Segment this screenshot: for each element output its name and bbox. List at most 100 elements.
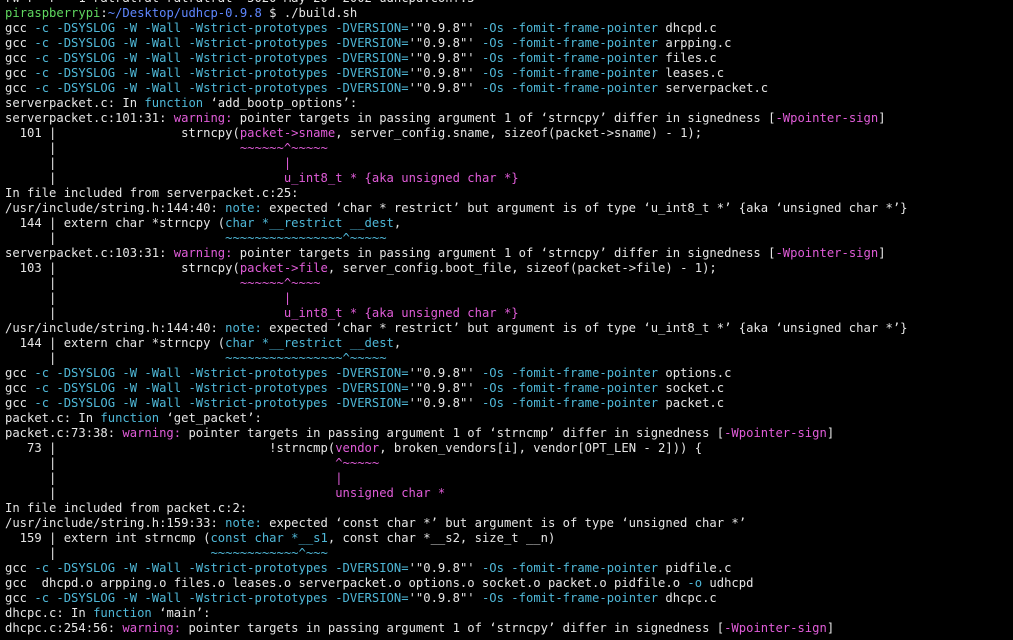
terminal-text-segment: expected ‘char * restrict’ but argument …: [261, 321, 908, 335]
terminal-text-segment: -Os -fomit-frame-pointer: [474, 561, 666, 575]
terminal-text-segment: -Os -fomit-frame-pointer: [474, 66, 666, 80]
terminal-text-segment: dhcpc.c: [665, 591, 717, 605]
terminal-text-segment: |: [5, 231, 226, 245]
terminal-text-segment: ~~~~~~^~~~~~: [239, 141, 328, 155]
terminal-text-segment: |: [283, 291, 292, 305]
terminal-line: dhcpc.c: In function ‘main’:: [5, 606, 1013, 621]
terminal-output[interactable]: rw-r--r-- 1 ratratrat ratratrat 5020 May…: [0, 0, 1013, 640]
terminal-text-segment: -c -DSYSLOG -W -Wall -Wstrict-prototypes…: [34, 591, 409, 605]
terminal-text-segment: vendor: [335, 441, 380, 455]
terminal-text-segment: note:: [225, 516, 262, 530]
terminal-line: | ~~~~~~~~~~~~~~~~^~~~~~: [5, 231, 1013, 246]
terminal-line: | ~~~~~~~~~~~~^~~~: [5, 546, 1013, 561]
terminal-text-segment: -c -DSYSLOG -W -Wall -Wstrict-prototypes…: [34, 21, 409, 35]
terminal-line: gcc -c -DSYSLOG -W -Wall -Wstrict-protot…: [5, 51, 1013, 66]
terminal-line: 73 | !strncmp(vendor, broken_vendors[i],…: [5, 441, 1013, 456]
terminal-text-segment: unsigned char *: [335, 486, 446, 500]
terminal-text-segment: '"0.9.8"': [408, 381, 475, 395]
terminal-text-segment: |: [5, 156, 284, 170]
terminal-text-segment: '"0.9.8"': [408, 396, 475, 410]
terminal-text-segment: |: [5, 291, 284, 305]
terminal-text-segment: /usr/include/string.h:144:40:: [5, 321, 226, 335]
terminal-text-segment: , broken_vendors[i], vendor[OPT_LEN - 2]…: [379, 441, 703, 455]
terminal-text-segment: packet->file: [239, 261, 328, 275]
terminal-line: serverpacket.c:103:31: warning: pointer …: [5, 246, 1013, 261]
terminal-text-segment: -Os -fomit-frame-pointer: [474, 51, 666, 65]
terminal-text-segment: udhcpd: [702, 576, 754, 590]
terminal-text-segment: -c -DSYSLOG -W -Wall -Wstrict-prototypes…: [34, 381, 409, 395]
terminal-text-segment: dhcpd.c: [665, 21, 717, 35]
terminal-text-segment: -Os -fomit-frame-pointer: [474, 381, 666, 395]
terminal-line: 103 | strncpy(packet->file, server_confi…: [5, 261, 1013, 276]
terminal-text-segment: gcc: [5, 81, 35, 95]
terminal-line: piraspberrypi:~/Desktop/udhcp-0.9.8 $ ./…: [5, 6, 1013, 21]
terminal-line: | unsigned char *: [5, 486, 1013, 501]
terminal-text-segment: '"0.9.8"': [408, 561, 475, 575]
terminal-text-segment: , server_config.sname, sizeof(packet->sn…: [335, 126, 703, 140]
terminal-text-segment: '"0.9.8"': [408, 21, 475, 35]
terminal-text-segment: |: [5, 171, 284, 185]
terminal-text-segment: '"0.9.8"': [408, 81, 475, 95]
terminal-text-segment: packet->sname: [239, 126, 336, 140]
terminal-text-segment: gcc: [5, 396, 35, 410]
terminal-text-segment: pointer targets in passing argument 1 of…: [181, 426, 725, 440]
terminal-text-segment: -Wpointer-sign: [775, 111, 879, 125]
terminal-text-segment: ~~~~~~^~~~~: [239, 276, 321, 290]
terminal-text-segment: socket.c: [665, 381, 725, 395]
terminal-text-segment: |: [5, 141, 240, 155]
terminal-text-segment: 159 | extern int strncmp (: [5, 531, 211, 545]
terminal-text-segment: In file included from packet.c:2:: [5, 501, 248, 515]
terminal-text-segment: -c -DSYSLOG -W -Wall -Wstrict-prototypes…: [34, 366, 409, 380]
terminal-text-segment: :: [100, 6, 108, 20]
terminal-text-segment: ‘main’:: [151, 606, 211, 620]
terminal-text-segment: gcc: [5, 36, 35, 50]
terminal-text-segment: |: [5, 351, 226, 365]
terminal-text-segment: '"0.9.8"': [408, 366, 475, 380]
terminal-text-segment: ]: [878, 246, 886, 260]
terminal-text-segment: 101 | strncpy(: [5, 126, 240, 140]
terminal-line: | ~~~~~~^~~~~: [5, 276, 1013, 291]
terminal-text-segment: dhcpc.c: In: [5, 606, 94, 620]
terminal-line: In file included from serverpacket.c:25:: [5, 186, 1013, 201]
terminal-text-segment: |: [5, 471, 336, 485]
terminal-text-segment: gcc: [5, 561, 35, 575]
terminal-text-segment: warning:: [173, 111, 233, 125]
terminal-line: gcc dhcpd.o arpping.o files.o leases.o s…: [5, 576, 1013, 591]
terminal-text-segment: -Wpointer-sign: [775, 246, 879, 260]
terminal-text-segment: $ ./build.sh: [261, 6, 358, 20]
terminal-text-segment: gcc: [5, 66, 35, 80]
terminal-text-segment: packet.c:73:38:: [5, 426, 123, 440]
terminal-line: | |: [5, 471, 1013, 486]
terminal-text-segment: dhcpc.c:254:56:: [5, 621, 123, 635]
terminal-text-segment: 144 | extern char *strncpy (: [5, 336, 226, 350]
terminal-text-segment: -c -DSYSLOG -W -Wall -Wstrict-prototypes…: [34, 51, 409, 65]
terminal-text-segment: -Os -fomit-frame-pointer: [474, 21, 666, 35]
terminal-text-segment: pointer targets in passing argument 1 of…: [181, 621, 725, 635]
terminal-text-segment: -o: [687, 576, 703, 590]
terminal-text-segment: -c -DSYSLOG -W -Wall -Wstrict-prototypes…: [34, 36, 409, 50]
terminal-text-segment: -c -DSYSLOG -W -Wall -Wstrict-prototypes…: [34, 561, 409, 575]
terminal-text-segment: ‘add_bootp_options’:: [203, 96, 358, 110]
terminal-text-segment: options.c: [665, 366, 732, 380]
terminal-text-segment: gcc dhcpd.o arpping.o files.o leases.o s…: [5, 576, 688, 590]
terminal-text-segment: '"0.9.8"': [408, 66, 475, 80]
terminal-line: In file included from packet.c:2:: [5, 501, 1013, 516]
terminal-text-segment: ^~~~~~: [335, 456, 380, 470]
terminal-line: gcc -c -DSYSLOG -W -Wall -Wstrict-protot…: [5, 21, 1013, 36]
terminal-text-segment: -c -DSYSLOG -W -Wall -Wstrict-prototypes…: [34, 81, 409, 95]
terminal-text-segment: -Os -fomit-frame-pointer: [474, 591, 666, 605]
terminal-text-segment: pointer targets in passing argument 1 of…: [232, 246, 776, 260]
terminal-line: | u_int8_t * {aka unsigned char *}: [5, 171, 1013, 186]
terminal-line: /usr/include/string.h:159:33: note: expe…: [5, 516, 1013, 531]
terminal-text-segment: 144 | extern char *strncpy (: [5, 216, 226, 230]
terminal-text-segment: -Os -fomit-frame-pointer: [474, 366, 666, 380]
terminal-text-segment: gcc: [5, 21, 35, 35]
terminal-text-segment: -c -DSYSLOG -W -Wall -Wstrict-prototypes…: [34, 66, 409, 80]
terminal-text-segment: u_int8_t * {aka unsigned char *}: [283, 171, 519, 185]
terminal-text-segment: u_int8_t * {aka unsigned char *}: [283, 306, 519, 320]
terminal-text-segment: ~/Desktop/udhcp-0.9.8: [107, 6, 262, 20]
terminal-text-segment: serverpacket.c: In: [5, 96, 145, 110]
terminal-line: | u_int8_t * {aka unsigned char *}: [5, 306, 1013, 321]
terminal-text-segment: , const char *__s2, size_t __n): [327, 531, 556, 545]
terminal-text-segment: function: [93, 606, 152, 620]
